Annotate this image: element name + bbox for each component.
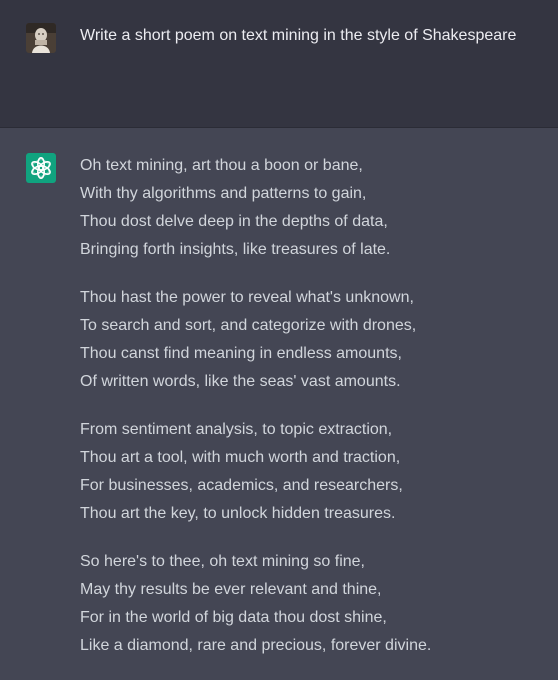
poem-stanza: So here's to thee, oh text mining so fin… [80,548,431,660]
user-prompt-text: Write a short poem on text mining in the… [80,27,517,44]
poem-line: For in the world of big data thou dost s… [80,609,387,626]
poem-line: Bringing forth insights, like treasures … [80,241,391,258]
poem-line: Thou canst find meaning in endless amoun… [80,345,402,362]
user-avatar [26,23,56,53]
poem-stanza: Oh text mining, art thou a boon or bane,… [80,152,431,264]
poem-line: From sentiment analysis, to topic extrac… [80,421,393,438]
poem-line: May thy results be ever relevant and thi… [80,581,382,598]
assistant-message-row: Oh text mining, art thou a boon or bane,… [0,128,558,672]
poem-line: With thy algorithms and patterns to gain… [80,185,367,202]
poem-line: For businesses, academics, and researche… [80,477,403,494]
poem-line: Of written words, like the seas' vast am… [80,373,401,390]
poem-line: Thou hast the power to reveal what's unk… [80,289,414,306]
assistant-poem: Oh text mining, art thou a boon or bane,… [80,152,431,680]
poem-line: So here's to thee, oh text mining so fin… [80,553,365,570]
poem-line: Oh text mining, art thou a boon or bane, [80,157,363,174]
poem-line: Like a diamond, rare and precious, forev… [80,637,432,654]
openai-logo-icon [26,153,56,183]
poem-line: Thou dost delve deep in the depths of da… [80,213,388,230]
user-avatar-photo-icon [26,23,56,53]
poem-stanza: Thou hast the power to reveal what's unk… [80,284,431,396]
poem-line: Thou art the key, to unlock hidden treas… [80,505,396,522]
poem-line: Thou art a tool, with much worth and tra… [80,449,401,466]
poem-stanza: From sentiment analysis, to topic extrac… [80,416,431,528]
poem-line: To search and sort, and categorize with … [80,317,417,334]
user-message-row: Write a short poem on text mining in the… [0,0,558,128]
